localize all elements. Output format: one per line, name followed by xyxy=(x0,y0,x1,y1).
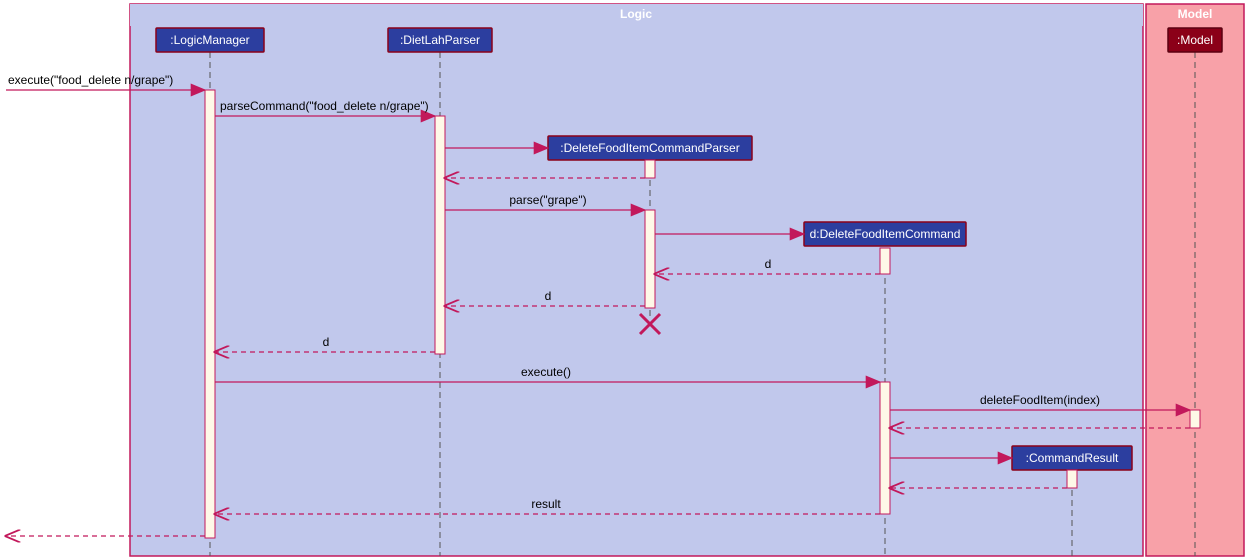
activation-cmdresult xyxy=(1067,470,1077,488)
lifeline-head-dietlahparser: :DietLahParser xyxy=(388,28,492,52)
activation-dfiparser-2 xyxy=(645,210,655,308)
msg-label-m13: result xyxy=(531,497,561,511)
lifeline-label-logicmanager: :LogicManager xyxy=(170,33,249,47)
msg-label-m9: execute() xyxy=(521,365,571,379)
lifeline-head-dficommand: d:DeleteFoodItemCommand xyxy=(804,222,966,246)
lifeline-head-model: :Model xyxy=(1168,28,1222,52)
frame-model-title: Model xyxy=(1178,7,1213,21)
activation-logicmanager xyxy=(205,90,215,538)
msg-label-m7: d xyxy=(545,289,552,303)
lifeline-head-cmdresult: :CommandResult xyxy=(1012,446,1132,470)
activation-dficommand-1 xyxy=(880,248,890,274)
msg-label-m6: d xyxy=(765,257,772,271)
msg-label-m10: deleteFoodItem(index) xyxy=(980,393,1100,407)
msg-label-m8: d xyxy=(323,335,330,349)
msg-label-m2: parseCommand("food_delete n/grape") xyxy=(220,99,429,113)
lifeline-label-cmdresult: :CommandResult xyxy=(1026,451,1119,465)
msg-label-m4: parse("grape") xyxy=(509,193,586,207)
lifeline-label-dfiparser: :DeleteFoodItemCommandParser xyxy=(560,141,739,155)
frame-logic-title: Logic xyxy=(620,7,652,21)
lifeline-head-dfiparser: :DeleteFoodItemCommandParser xyxy=(548,136,752,160)
sequence-diagram: Logic Model :LogicManager :DietLahParser… xyxy=(0,0,1246,558)
lifeline-label-dficommand: d:DeleteFoodItemCommand xyxy=(810,227,961,241)
lifeline-label-model: :Model xyxy=(1177,33,1213,47)
lifeline-label-dietlahparser: :DietLahParser xyxy=(400,33,480,47)
frame-logic: Logic xyxy=(130,4,1143,556)
activation-dietlahparser xyxy=(435,116,445,354)
lifeline-head-logicmanager: :LogicManager xyxy=(156,28,264,52)
msg-label-m1: execute("food_delete n/grape") xyxy=(8,73,173,87)
activation-dficommand-2 xyxy=(880,382,890,514)
activation-model xyxy=(1190,410,1200,428)
activation-dfiparser-1 xyxy=(645,160,655,178)
